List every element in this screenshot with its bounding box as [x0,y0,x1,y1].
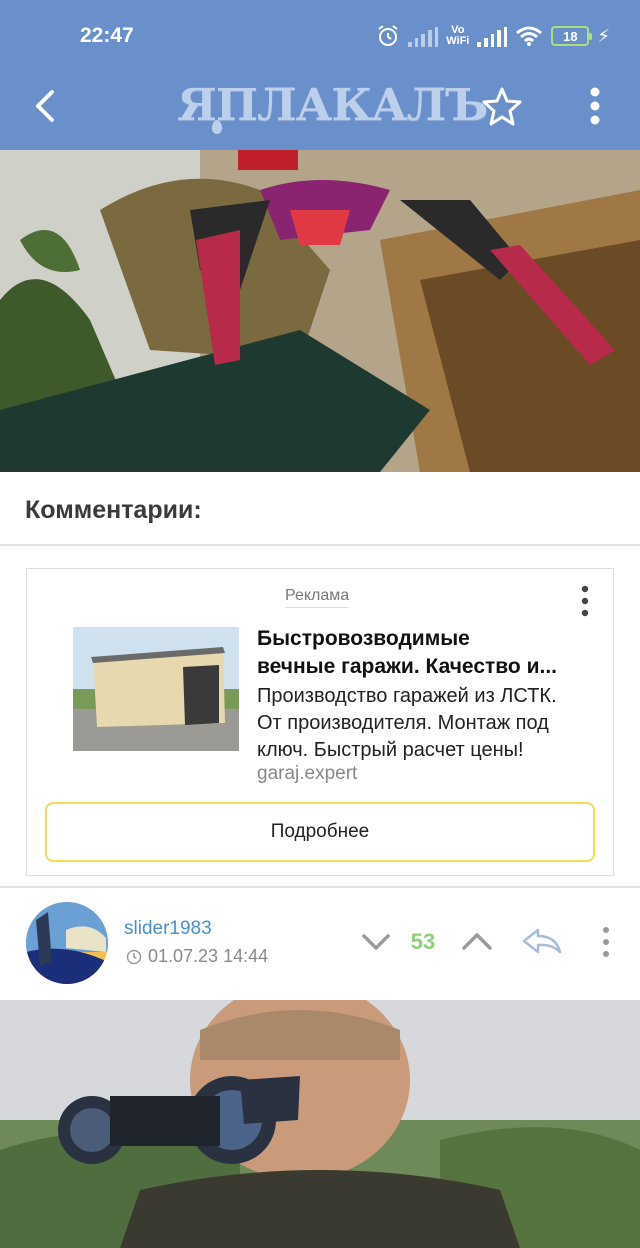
comment-username[interactable]: slider1983 [124,918,212,940]
status-time: 22:47 [80,24,134,47]
status-icons: Vo WiFi 18 ⚡ [376,18,610,54]
vote-down-icon[interactable] [360,926,392,958]
ad-more-icon[interactable] [573,583,597,619]
status-bar: 22:47 Vo WiFi 18 ⚡ [0,0,640,72]
wifi-icon [516,26,543,46]
ad-thumbnail[interactable] [73,627,239,751]
app-bar: 22:47 Vo WiFi 18 ⚡ ЯПЛАКАЛЪ [0,0,640,150]
clock-icon [126,949,142,964]
comments-heading: Комментарии: [25,496,202,524]
comment-more-icon[interactable] [596,924,616,960]
logo-drop [211,120,223,134]
ad-label: Реклама [285,587,350,608]
ad-domain: garaj.expert [257,763,358,784]
vote-up-icon[interactable] [460,926,494,958]
site-logo[interactable]: ЯПЛАКАЛЪ [177,78,488,138]
ad-card[interactable]: Реклама Быстровозводимые вечные гаражи. … [26,568,614,876]
reply-icon[interactable] [520,924,564,958]
avatar[interactable] [26,902,108,984]
charging-icon: ⚡ [597,25,610,46]
comment-timestamp: 01.07.23 14:44 [126,946,268,967]
signal-icon [408,25,439,47]
back-arrow-icon[interactable] [26,84,70,128]
alarm-icon [378,25,398,46]
vowifi-icon: Vo WiFi [446,24,470,47]
comment-image [0,1000,640,1248]
divider [0,544,640,546]
signal-icon-2 [477,25,508,47]
divider-2 [0,886,640,888]
ad-details-button[interactable]: Подробнее [45,802,595,862]
ad-description: Производство гаражей из ЛСТК. От произво… [257,685,557,761]
ad-title[interactable]: Быстровозводимые вечные гаражи. Качество… [257,625,597,681]
more-vert-icon[interactable] [580,84,610,128]
vote-count: 53 [410,929,436,954]
post-image [0,150,640,472]
battery-icon: 18 [551,26,593,46]
star-icon[interactable] [480,84,524,128]
